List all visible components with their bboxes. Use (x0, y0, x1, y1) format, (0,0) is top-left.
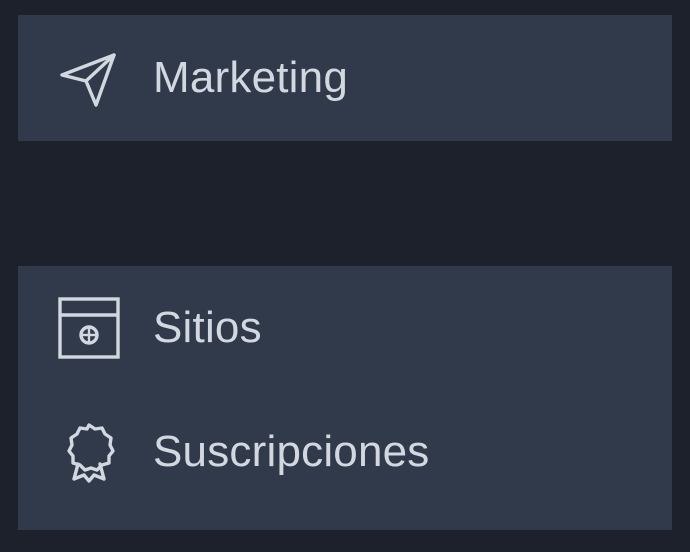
menu-item-marketing[interactable]: Marketing (18, 34, 672, 122)
menu-item-sitios[interactable]: Sitios (18, 284, 672, 372)
menu-item-suscripciones[interactable]: Suscripciones (18, 408, 672, 496)
menu-group-top: Marketing (18, 15, 672, 141)
send-icon (56, 45, 122, 111)
menu-item-label: Marketing (153, 53, 348, 102)
menu-item-label: Suscripciones (153, 427, 430, 476)
badge-icon (56, 419, 122, 485)
menu-item-label: Sitios (153, 303, 262, 352)
menu-group-bottom: Sitios Suscripciones (18, 266, 672, 530)
website-icon (56, 295, 122, 361)
